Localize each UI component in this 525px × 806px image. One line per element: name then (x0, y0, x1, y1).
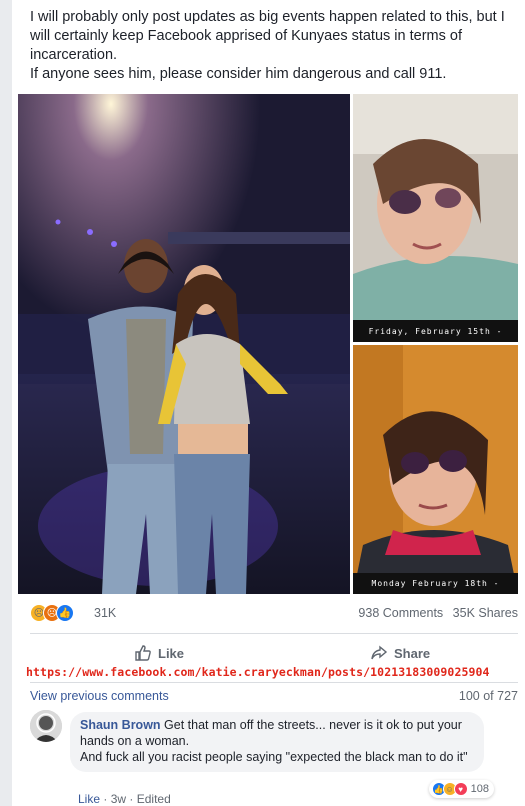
thumbs-up-icon (135, 645, 151, 661)
share-button[interactable]: Share (370, 644, 430, 662)
comment-meta: Like · 3w · Edited (78, 792, 171, 806)
view-previous-comments-link[interactable]: View previous comments (30, 689, 169, 703)
love-icon: ♥ (453, 782, 468, 796)
comment-reaction-count: 108 (470, 783, 489, 795)
divider (30, 633, 518, 634)
comment-timestamp[interactable]: 3w (111, 792, 126, 806)
post-card: I will probably only post updates as big… (12, 0, 525, 806)
separator: · (129, 792, 137, 806)
reaction-icons[interactable]: ☹ ☹ 👍 (30, 604, 74, 622)
reactions-bar: ☹ ☹ 👍 31K 938 Comments 35K Shares (30, 604, 518, 624)
photo-caption: Friday, February 15th - (368, 327, 503, 336)
divider (30, 682, 518, 683)
photo-bottom-right[interactable]: Monday February 18th - (353, 345, 518, 594)
share-icon (371, 645, 388, 660)
share-label: Share (394, 645, 431, 661)
comment-text: And fuck all you racist people saying "e… (80, 750, 468, 764)
comment-edited: Edited (136, 792, 171, 806)
separator: · (103, 792, 111, 806)
comment-pagination: 100 of 727 (458, 689, 518, 703)
comments-count[interactable]: 938 Comments (358, 606, 443, 620)
like-label: Like (158, 645, 185, 661)
injury-photo-image (353, 345, 518, 594)
shares-count[interactable]: 35K Shares (453, 606, 518, 620)
comment-bubble: Shaun Brown Get that man off the streets… (70, 712, 484, 772)
avatar[interactable] (30, 710, 62, 742)
post-text-paragraph: If anyone sees him, please consider him … (30, 66, 447, 82)
reaction-count[interactable]: 31K (94, 606, 116, 620)
post-text-paragraph: I will probably only post updates as big… (30, 9, 505, 63)
photo-main[interactable] (18, 94, 350, 594)
photo-grid: Friday, February 15th - Monday February … (18, 94, 518, 594)
avatar-image (30, 710, 62, 742)
source-url: https://www.facebook.com/katie.craryeckm… (26, 665, 490, 679)
photo-caption: Monday February 18th - (371, 579, 500, 588)
injury-photo-image (353, 94, 518, 342)
comment-like-link[interactable]: Like (78, 792, 100, 806)
like-button[interactable]: Like (134, 644, 184, 662)
comment-author[interactable]: Shaun Brown (80, 718, 161, 732)
post-body: I will probably only post updates as big… (30, 8, 520, 84)
photo-top-right[interactable]: Friday, February 15th - (353, 94, 518, 342)
concert-photo-image (18, 94, 350, 594)
like-icon: 👍 (56, 604, 74, 622)
comment-reactions[interactable]: 👍 ☺ ♥ 108 (428, 780, 494, 798)
